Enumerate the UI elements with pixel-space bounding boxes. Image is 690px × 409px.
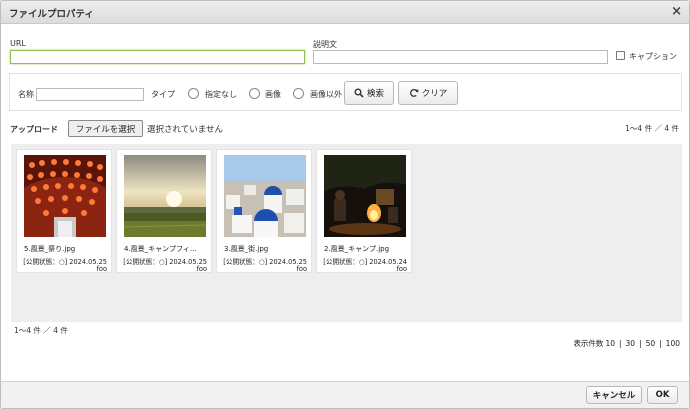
thumbnail-image: [224, 155, 306, 237]
file-card[interactable]: 2.風景_キャンプ.jpg [公開状態：○] 2024.05.24 foo: [316, 149, 412, 273]
per-page-option-100[interactable]: 100: [664, 339, 682, 348]
name-label: 名称: [18, 90, 34, 99]
type-option-image: 画像: [265, 90, 281, 99]
refresh-icon: [409, 89, 419, 97]
cancel-button[interactable]: キャンセル: [586, 386, 642, 404]
per-page-separator: |: [639, 339, 642, 348]
type-option-non-image: 画像以外: [310, 90, 342, 99]
file-owner: foo: [196, 265, 207, 273]
search-button[interactable]: 検索: [344, 81, 394, 105]
name-input[interactable]: [36, 88, 144, 101]
type-label: タイプ: [151, 90, 175, 99]
clear-button[interactable]: クリア: [398, 81, 458, 105]
file-card[interactable]: 5.風景_祭り.jpg [公開状態：○] 2024.05.25 foo: [16, 149, 112, 273]
choose-file-button[interactable]: ファイルを選択: [68, 120, 143, 137]
file-name: 3.風景_街.jpg: [224, 245, 269, 253]
dialog-footer: キャンセル OK: [1, 381, 689, 408]
thumbnail-image: [24, 155, 106, 237]
per-page-option-30[interactable]: 30: [624, 339, 638, 348]
result-count-bottom: 1〜4 件 ／ 4 件: [14, 326, 68, 335]
per-page-separator: |: [659, 339, 662, 348]
file-owner: foo: [296, 265, 307, 273]
ok-button[interactable]: OK: [647, 386, 678, 404]
type-radio-image[interactable]: [249, 88, 260, 99]
file-owner: foo: [396, 265, 407, 273]
per-page-selector: 表示件数 10 | 30 | 50 | 100: [573, 338, 682, 349]
type-radio-non-image[interactable]: [293, 88, 304, 99]
file-name: 2.風景_キャンプ.jpg: [324, 245, 390, 253]
dialog-titlebar[interactable]: ファイルプロパティ ×: [1, 1, 689, 24]
file-meta: [公開状態：○] 2024.05.24: [323, 258, 407, 266]
file-meta: [公開状態：○] 2024.05.25: [223, 258, 307, 266]
clear-button-label: クリア: [421, 89, 448, 99]
file-meta: [公開状態：○] 2024.05.25: [123, 258, 207, 266]
file-gallery: 5.風景_祭り.jpg [公開状態：○] 2024.05.25 foo 4.風景…: [11, 144, 682, 322]
type-option-none: 指定なし: [205, 90, 237, 99]
thumbnail-image: [324, 155, 406, 237]
search-panel: 名称 タイプ 指定なし 画像 画像以外 検索 クリア: [9, 73, 682, 111]
file-name: 5.風景_祭り.jpg: [24, 245, 76, 253]
upload-label: アップロード: [10, 125, 58, 134]
url-input[interactable]: [10, 50, 305, 64]
upload-status: 選択されていません: [147, 125, 223, 135]
per-page-label: 表示件数: [573, 339, 604, 348]
thumbnail-image: [124, 155, 206, 237]
caption-label: キャプション: [629, 52, 677, 61]
caption-checkbox[interactable]: [616, 51, 625, 60]
result-count-top: 1〜4 件 ／ 4 件: [625, 124, 679, 133]
file-card[interactable]: 4.風景_キャンプフィ… [公開状態：○] 2024.05.25 foo: [116, 149, 212, 273]
per-page-separator: |: [618, 339, 622, 348]
description-label: 説明文: [313, 40, 337, 49]
search-button-label: 検索: [366, 89, 384, 99]
file-properties-dialog: ファイルプロパティ × URL 説明文 キャプション 名称 タイプ 指定なし 画…: [0, 0, 690, 409]
file-owner: foo: [96, 265, 107, 273]
file-name: 4.風景_キャンプフィ…: [124, 245, 197, 253]
file-meta: [公開状態：○] 2024.05.25: [23, 258, 107, 266]
dialog-title: ファイルプロパティ: [9, 9, 94, 20]
search-icon: [354, 88, 364, 98]
url-label: URL: [10, 39, 26, 48]
per-page-option-10[interactable]: 10: [603, 339, 617, 348]
description-input[interactable]: [313, 50, 608, 64]
type-radio-none[interactable]: [188, 88, 199, 99]
close-icon[interactable]: ×: [671, 4, 682, 19]
per-page-option-50[interactable]: 50: [644, 339, 658, 348]
file-card[interactable]: 3.風景_街.jpg [公開状態：○] 2024.05.25 foo: [216, 149, 312, 273]
